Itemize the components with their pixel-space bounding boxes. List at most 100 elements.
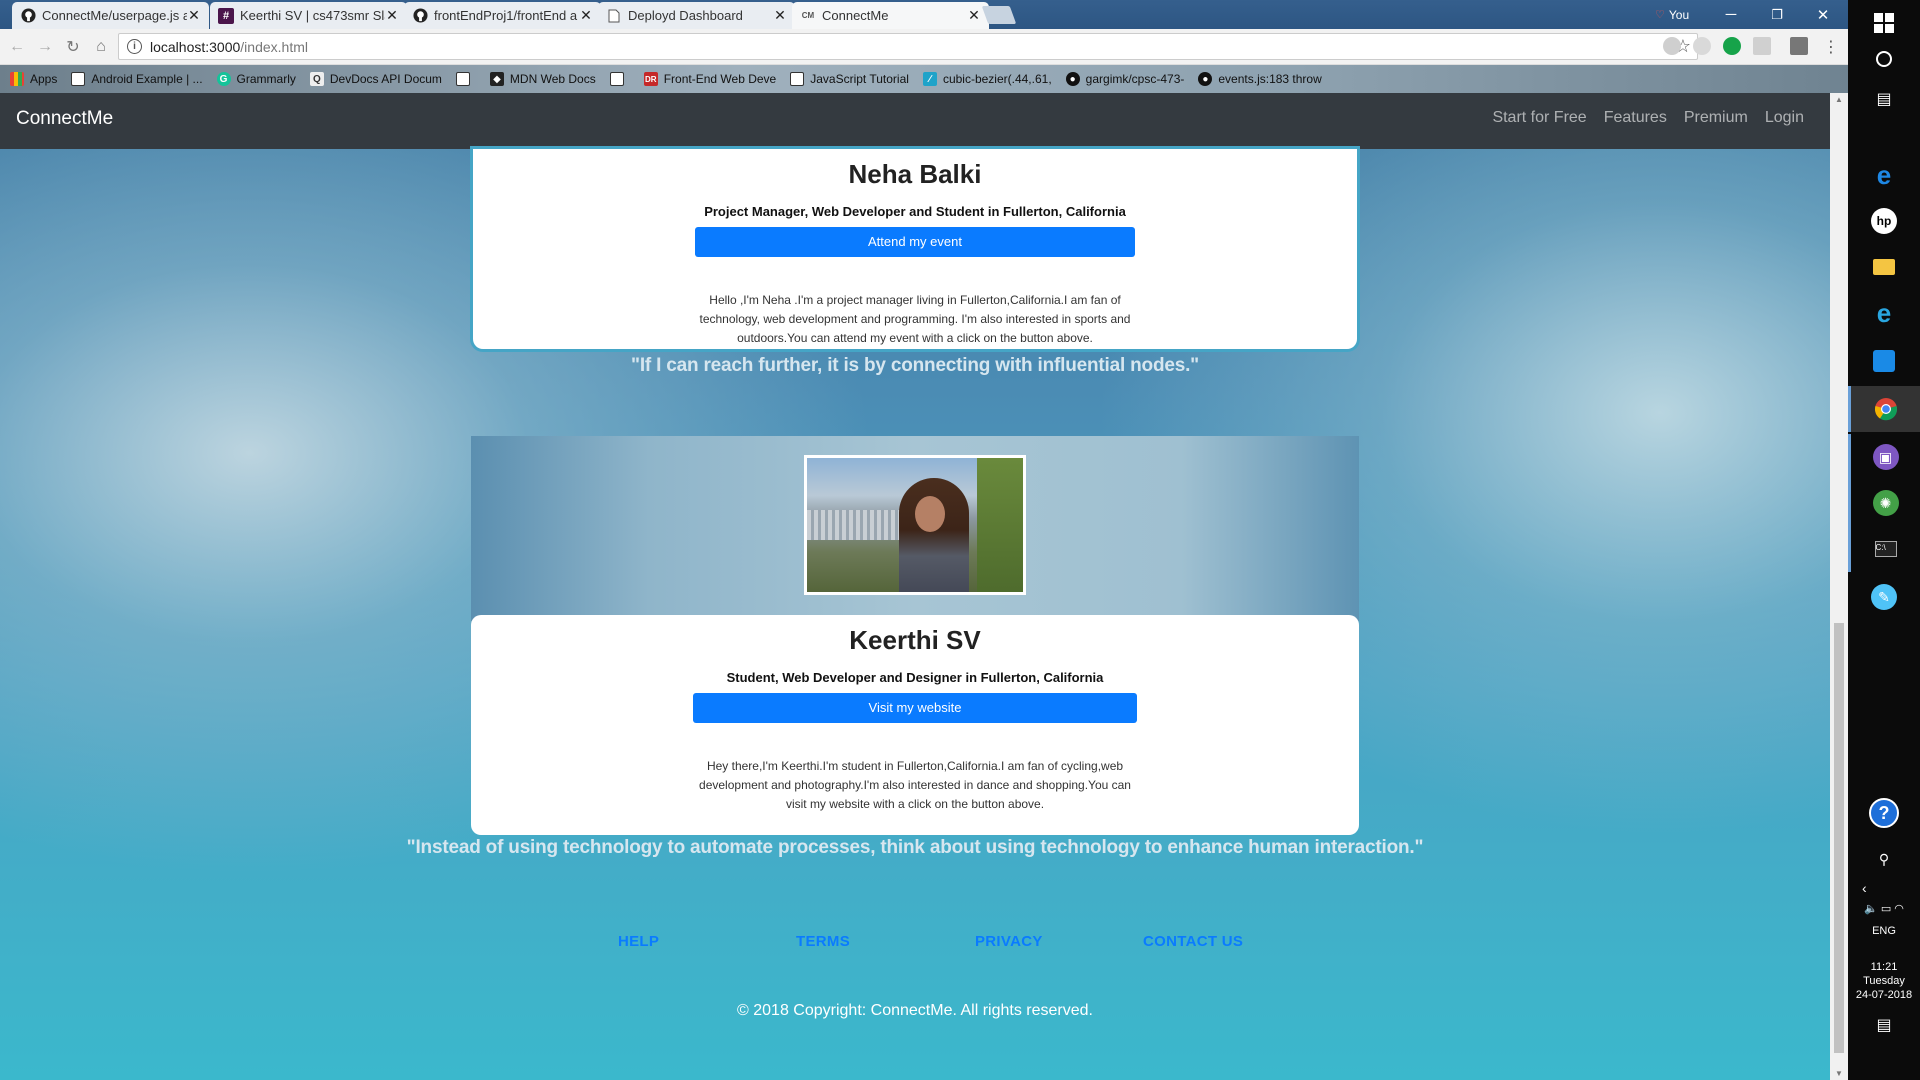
task-view-icon[interactable]: ▤ [1848,76,1920,122]
scroll-up-icon[interactable]: ▲ [1835,95,1843,104]
clock-time[interactable]: 11:21 [1848,961,1920,973]
devdocs-icon: Q [309,72,324,86]
help-icon[interactable]: ? [1848,790,1920,836]
ie-icon[interactable]: e [1848,290,1920,336]
scroll-down-icon[interactable]: ▼ [1835,1069,1843,1078]
nav-features[interactable]: Features [1604,109,1667,127]
cm-icon: CM [801,11,815,20]
menu-icon[interactable]: ⋮ [1820,36,1842,58]
address-bar[interactable]: i localhost:3000/index.html ☆ [118,33,1698,60]
bookmark-apps[interactable]: Apps [10,72,57,86]
nav-links: Start for Free Features Premium Login [1492,109,1804,127]
tab-title: frontEndProj1/frontEnd a [434,8,578,23]
brand-logo[interactable]: ConnectMe [16,108,113,130]
home-icon[interactable]: ⌂ [90,36,112,58]
bookmark-mdn[interactable]: ◆ MDN Web Docs [489,72,596,86]
bookmark-android[interactable]: Android Example | ... [71,72,203,86]
site-navbar: ConnectMe Start for Free Features Premiu… [0,93,1830,149]
app-icon[interactable] [1848,338,1920,384]
chevron-left-icon[interactable]: ‹ [1848,880,1920,896]
back-icon[interactable]: ← [6,36,28,58]
cubic-icon: ∕ [922,72,937,86]
app-icon[interactable]: ✺ [1848,480,1920,526]
page-viewport[interactable]: ConnectMe Start for Free Features Premiu… [0,93,1830,1080]
attend-event-button[interactable]: Attend my event [695,227,1135,257]
bookmark-label: Apps [30,72,58,86]
bookmark-frontend[interactable]: DR Front-End Web Deve [643,72,776,86]
nav-premium[interactable]: Premium [1684,109,1748,127]
extension-icon[interactable] [1663,37,1681,55]
tab-title: Keerthi SV | cs473smr Sla [240,8,385,23]
footer-privacy-link[interactable]: PRIVACY [975,933,1043,950]
info-icon[interactable]: i [127,39,142,54]
url-path: /index.html [240,38,308,55]
bookmark-gargimk[interactable]: ● gargimk/cpsc-473- [1065,72,1184,86]
footer-contact-link[interactable]: CONTACT US [1143,933,1243,950]
extension-icon[interactable] [1753,37,1771,55]
tab-title: ConnectMe [822,8,889,23]
hp-icon[interactable]: hp [1848,198,1920,244]
page-icon [609,72,624,86]
app-icon[interactable]: ▣ [1848,434,1920,480]
bookmark-page[interactable] [455,72,476,86]
close-icon[interactable]: ✕ [773,7,787,24]
tab-0[interactable]: ConnectMe/userpage.js a ✕ [12,2,209,29]
close-icon[interactable]: ✕ [579,7,593,24]
tray-icons[interactable]: 🔈 ▭ ◠ [1848,902,1920,915]
close-icon[interactable]: ✕ [967,7,981,24]
close-icon[interactable]: ✕ [187,7,201,24]
github-icon: ● [1198,72,1213,86]
extension-icon[interactable] [1693,37,1711,55]
nav-login[interactable]: Login [1765,109,1804,127]
photo-face [915,496,945,532]
mdn-icon: ◆ [489,72,504,86]
bookmark-js-tutorial[interactable]: JavaScript Tutorial [790,72,909,86]
language-indicator[interactable]: ENG [1848,925,1920,937]
bookmark-events[interactable]: ● events.js:183 throw [1198,72,1322,86]
restore-icon[interactable]: ❐ [1754,0,1800,29]
notification-icon[interactable]: ▤ [1848,1015,1920,1035]
tab-strip: ConnectMe/userpage.js a ✕ # Keerthi SV |… [0,0,1848,29]
page-scrollbar[interactable]: ▲ ▼ [1830,93,1848,1080]
tab-3[interactable]: Deployd Dashboard ✕ [598,2,795,29]
extension-icon[interactable] [1790,37,1808,55]
grammarly-extension-icon[interactable] [1723,37,1741,55]
apps-icon [10,72,24,86]
bookmark-label: events.js:183 throw [1218,72,1322,86]
github-icon: ● [1065,72,1080,86]
edge-icon[interactable]: e [1848,152,1920,198]
bookmark-page[interactable] [609,72,630,86]
forward-icon[interactable]: → [34,36,56,58]
paint-icon[interactable]: ✎ [1848,574,1920,620]
desktop: ConnectMe/userpage.js a ✕ # Keerthi SV |… [0,0,1920,1080]
bookmark-label: DevDocs API Docum [329,72,442,86]
bookmark-grammarly[interactable]: G Grammarly [216,72,296,86]
footer-terms-link[interactable]: TERMS [796,933,850,950]
bookmark-devdocs[interactable]: Q DevDocs API Docum [309,72,442,86]
new-tab-button[interactable] [981,6,1017,24]
reload-icon[interactable]: ↻ [62,36,84,58]
profile-icon: ♡ [1655,9,1665,21]
profile-button[interactable]: ♡ You [1655,4,1715,25]
tab-2[interactable]: frontEndProj1/frontEnd a ✕ [404,2,601,29]
close-window-icon[interactable]: ✕ [1800,0,1846,29]
footer-help-link[interactable]: HELP [618,933,659,950]
close-icon[interactable]: ✕ [385,7,399,24]
terminal-icon[interactable]: C:\ [1848,526,1920,572]
profile-card-neha: Neha Balki Project Manager, Web Develope… [473,149,1357,349]
browser-toolbar: ← → ↻ ⌂ i localhost:3000/index.html ☆ ⋮ [0,29,1848,65]
fe-icon: DR [643,72,658,86]
tab-4-active[interactable]: CM ConnectMe ✕ [792,2,989,29]
nav-start-for-free[interactable]: Start for Free [1492,109,1586,127]
minimize-icon[interactable]: ─ [1708,0,1754,29]
scrollbar-thumb[interactable] [1834,623,1844,1053]
bookmark-cubic-bezier[interactable]: ∕ cubic-bezier(.44,.61, [922,72,1052,86]
chrome-icon[interactable] [1848,386,1920,432]
profile-name: Neha Balki [848,159,982,189]
people-icon[interactable]: ⚲ [1848,836,1920,882]
visit-website-button[interactable]: Visit my website [693,693,1137,723]
profile-name: Keerthi SV [849,625,981,655]
file-explorer-icon[interactable] [1848,244,1920,290]
tab-1[interactable]: # Keerthi SV | cs473smr Sla ✕ [210,2,407,29]
tab-title: Deployd Dashboard [628,8,743,23]
